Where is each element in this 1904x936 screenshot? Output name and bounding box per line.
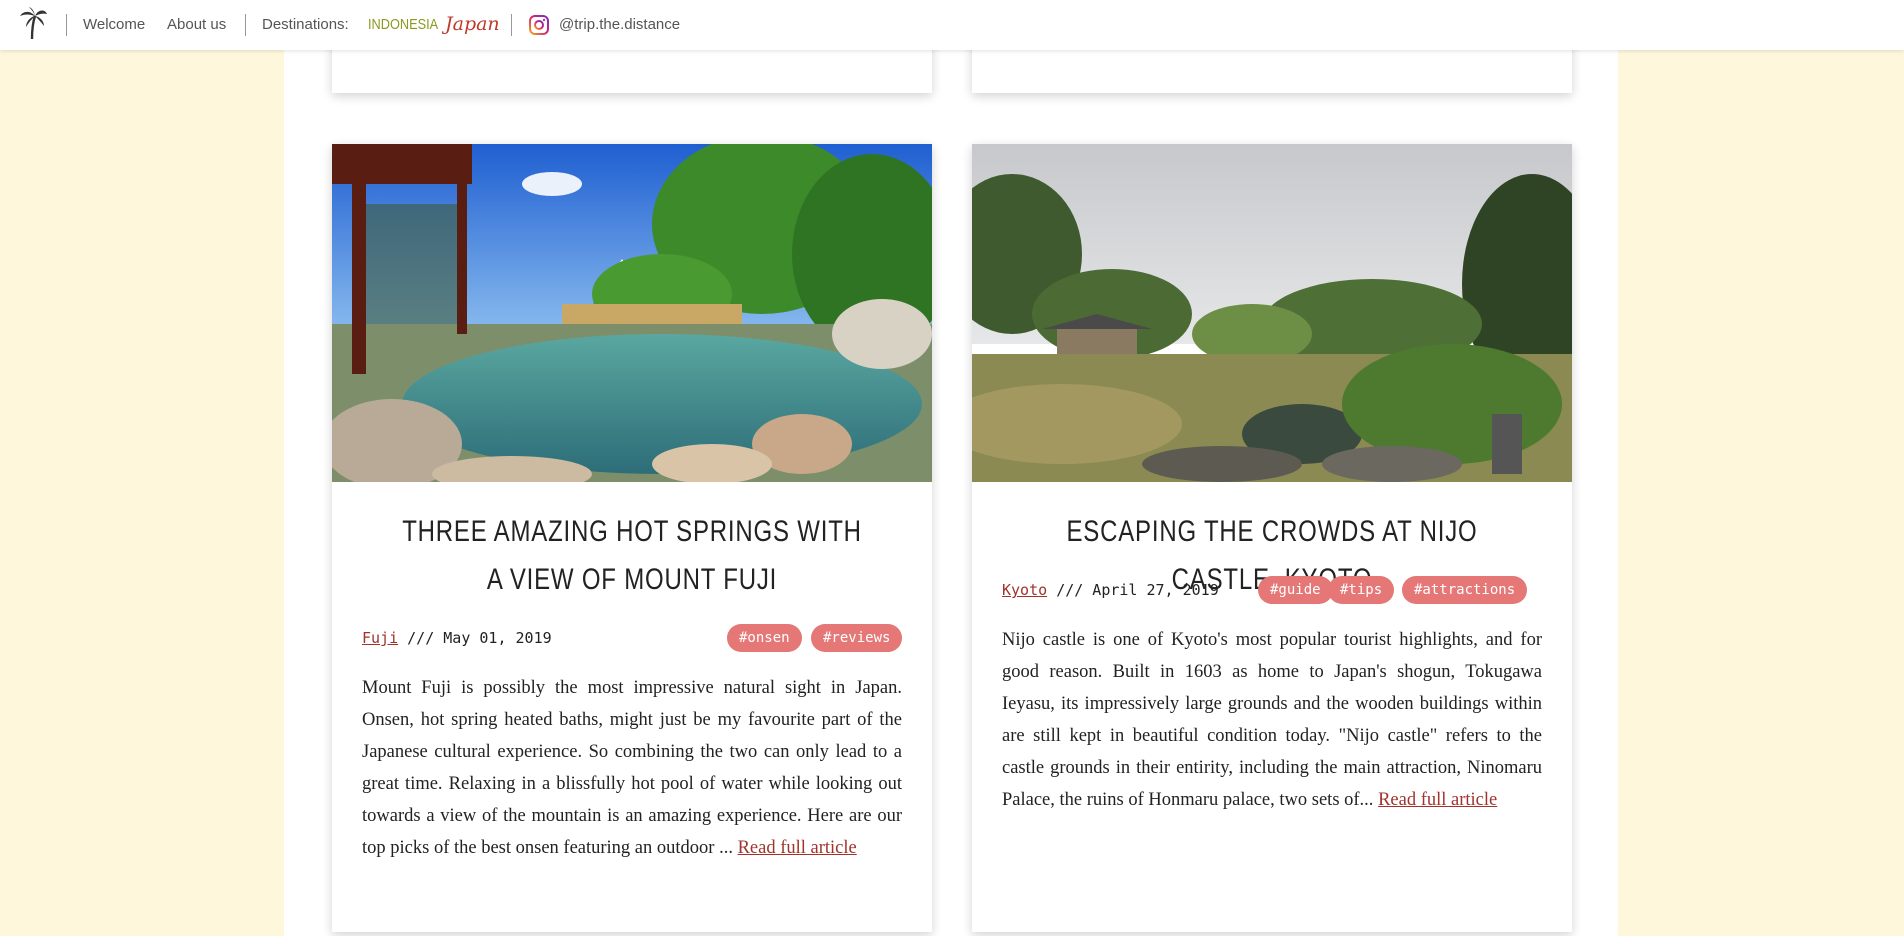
tag-reviews[interactable]: #reviews [811,624,903,652]
post-card-fuji: THREE AMAZING HOT SPRINGS WITH A VIEW OF… [332,144,932,932]
post-title[interactable]: THREE AMAZING HOT SPRINGS WITH A VIEW OF… [392,508,872,604]
post-meta: Fuji /// May 01, 2019 [362,629,552,647]
post-image-onsen[interactable] [332,144,932,482]
instagram-handle-link[interactable]: @trip.the.distance [559,16,680,33]
palm-tree-logo-icon[interactable] [18,6,48,40]
post-date: /// May 01, 2019 [407,629,552,647]
nav-divider [245,14,246,36]
instagram-icon[interactable] [529,15,549,35]
read-full-article-link[interactable]: Read full article [1378,790,1497,810]
tag-onsen[interactable]: #onsen [727,624,802,652]
post-location-link[interactable]: Kyoto [1002,581,1047,599]
nav-destination-indonesia[interactable]: INDONESIA [368,16,438,33]
tag-guide[interactable]: #guide [1258,576,1333,604]
nav-welcome-link[interactable]: Welcome [83,16,145,33]
content-panel: THREE AMAZING HOT SPRINGS WITH A VIEW OF… [284,0,1618,936]
nav-about-link[interactable]: About us [167,16,226,33]
top-navbar: Welcome About us Destinations: INDONESIA… [0,0,1904,50]
nav-destination-japan[interactable]: Japan [445,13,500,35]
read-full-article-link[interactable]: Read full article [738,838,857,858]
tag-tips[interactable]: #tips [1328,576,1395,604]
nav-destinations-label: Destinations: [262,16,349,33]
tag-attractions[interactable]: #attractions [1402,576,1528,604]
nav-divider [66,14,67,36]
post-excerpt-text: Mount Fuji is possibly the most impressi… [362,678,902,858]
post-location-link[interactable]: Fuji [362,629,398,647]
post-card-kyoto: ESCAPING THE CROWDS AT NIJO CASTLE, KYOT… [972,144,1572,932]
post-meta: Kyoto /// April 27, 2019 [1002,581,1219,599]
post-excerpt: Mount Fuji is possibly the most impressi… [362,672,902,864]
post-date: /// April 27, 2019 [1056,581,1219,599]
post-excerpt: Nijo castle is one of Kyoto's most popul… [1002,624,1542,816]
nav-divider [511,14,512,36]
post-excerpt-text: Nijo castle is one of Kyoto's most popul… [1002,630,1542,810]
post-image-nijo-castle[interactable] [972,144,1572,482]
